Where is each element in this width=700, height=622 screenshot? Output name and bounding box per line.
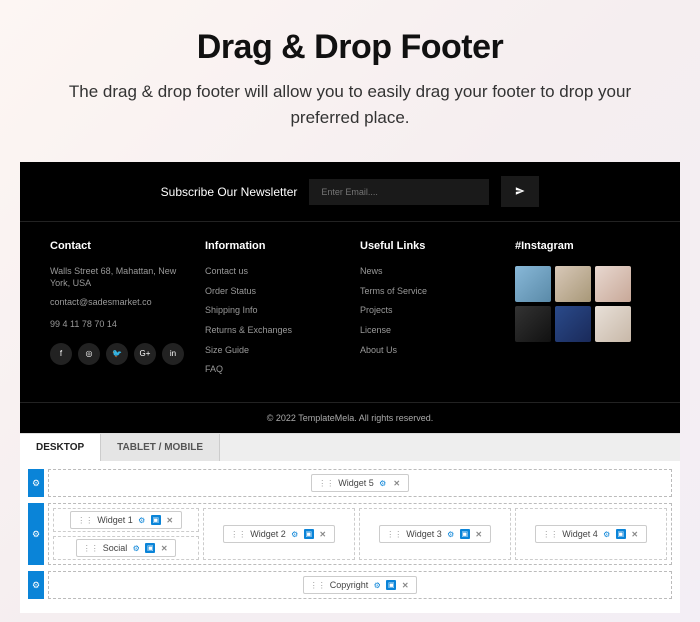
widget-duplicate-icon[interactable]: ▣ (151, 515, 161, 525)
widget-label: Copyright (330, 580, 369, 590)
information-heading: Information (205, 240, 340, 252)
instagram-icon[interactable]: ◎ (78, 343, 100, 365)
gear-icon: ⚙ (32, 580, 40, 591)
instagram-grid (515, 266, 650, 342)
widget-duplicate-icon[interactable]: ▣ (145, 543, 155, 553)
widget-duplicate-icon[interactable]: ▣ (460, 529, 470, 539)
info-link[interactable]: Shipping Info (205, 305, 340, 317)
widget-block[interactable]: ⋮⋮ Widget 5 ⚙ ✕ (311, 474, 409, 492)
tab-tablet-mobile[interactable]: TABLET / MOBILE (101, 434, 220, 461)
widget-label: Widget 5 (338, 478, 374, 488)
useful-link[interactable]: About Us (360, 345, 495, 357)
footer-builder: DESKTOP TABLET / MOBILE ⚙ ⋮⋮ Widget 5 ⚙ … (20, 433, 680, 613)
row-settings-handle[interactable]: ⚙ (28, 503, 44, 565)
instagram-heading: #Instagram (515, 240, 650, 252)
builder-tabs: DESKTOP TABLET / MOBILE (20, 434, 680, 461)
grip-icon: ⋮⋮ (386, 530, 402, 539)
widget-label: Widget 4 (562, 529, 598, 539)
page-title: Drag & Drop Footer (40, 28, 660, 67)
useful-link[interactable]: Projects (360, 305, 495, 317)
widget-label: Widget 3 (406, 529, 442, 539)
widget-remove-icon[interactable]: ✕ (630, 529, 640, 539)
facebook-icon[interactable]: f (50, 343, 72, 365)
widget-settings-icon[interactable]: ⚙ (378, 478, 388, 488)
widget-label: Widget 1 (97, 515, 133, 525)
widget-remove-icon[interactable]: ✕ (392, 478, 402, 488)
widget-block[interactable]: ⋮⋮ Widget 1 ⚙ ▣ ✕ (70, 511, 182, 529)
info-link[interactable]: FAQ (205, 364, 340, 376)
instagram-thumb[interactable] (515, 266, 551, 302)
footer-col-instagram: #Instagram (515, 240, 650, 384)
contact-phone: 99 4 11 78 70 14 (50, 319, 185, 331)
footer-preview: Subscribe Our Newsletter Contact Walls S… (20, 162, 680, 433)
info-link[interactable]: Order Status (205, 286, 340, 298)
newsletter-label: Subscribe Our Newsletter (161, 185, 298, 199)
twitter-icon[interactable]: 🐦 (106, 343, 128, 365)
send-icon (515, 184, 525, 199)
useful-link[interactable]: Terms of Service (360, 286, 495, 298)
useful-heading: Useful Links (360, 240, 495, 252)
contact-address: Walls Street 68, Mahattan, New York, USA (50, 266, 185, 289)
widget-settings-icon[interactable]: ⚙ (446, 529, 456, 539)
row-settings-handle[interactable]: ⚙ (28, 571, 44, 599)
builder-row: ⚙ ⋮⋮ Widget 1 ⚙ ▣ ✕ ⋮ (28, 503, 672, 565)
footer-col-useful: Useful Links News Terms of Service Proje… (360, 240, 495, 384)
row-settings-handle[interactable]: ⚙ (28, 469, 44, 497)
grip-icon: ⋮⋮ (83, 544, 99, 553)
widget-block[interactable]: ⋮⋮ Social ⚙ ▣ ✕ (76, 539, 177, 557)
widget-remove-icon[interactable]: ✕ (159, 543, 169, 553)
widget-block[interactable]: ⋮⋮ Widget 4 ⚙ ▣ ✕ (535, 525, 647, 543)
widget-block[interactable]: ⋮⋮ Widget 3 ⚙ ▣ ✕ (379, 525, 491, 543)
gear-icon: ⚙ (32, 529, 40, 540)
grip-icon: ⋮⋮ (542, 530, 558, 539)
copyright-line: © 2022 TemplateMela. All rights reserved… (20, 402, 680, 433)
tab-desktop[interactable]: DESKTOP (20, 434, 101, 461)
widget-settings-icon[interactable]: ⚙ (372, 580, 382, 590)
googleplus-icon[interactable]: G+ (134, 343, 156, 365)
useful-link[interactable]: License (360, 325, 495, 337)
widget-remove-icon[interactable]: ✕ (400, 580, 410, 590)
widget-remove-icon[interactable]: ✕ (165, 515, 175, 525)
newsletter-submit-button[interactable] (501, 176, 539, 207)
widget-label: Social (103, 543, 128, 553)
info-link[interactable]: Returns & Exchanges (205, 325, 340, 337)
widget-block[interactable]: ⋮⋮ Widget 2 ⚙ ▣ ✕ (223, 525, 335, 543)
instagram-thumb[interactable] (595, 266, 631, 302)
footer-col-contact: Contact Walls Street 68, Mahattan, New Y… (50, 240, 185, 384)
widget-remove-icon[interactable]: ✕ (474, 529, 484, 539)
footer-col-information: Information Contact us Order Status Ship… (205, 240, 340, 384)
instagram-thumb[interactable] (515, 306, 551, 342)
widget-settings-icon[interactable]: ⚙ (137, 515, 147, 525)
grip-icon: ⋮⋮ (318, 479, 334, 488)
widget-block[interactable]: ⋮⋮ Copyright ⚙ ▣ ✕ (303, 576, 418, 594)
contact-email: contact@sadesmarket.co (50, 297, 185, 309)
widget-settings-icon[interactable]: ⚙ (131, 543, 141, 553)
widget-settings-icon[interactable]: ⚙ (290, 529, 300, 539)
grip-icon: ⋮⋮ (77, 516, 93, 525)
instagram-thumb[interactable] (595, 306, 631, 342)
linkedin-icon[interactable]: in (162, 343, 184, 365)
info-link[interactable]: Size Guide (205, 345, 340, 357)
newsletter-email-input[interactable] (309, 179, 489, 205)
newsletter-bar: Subscribe Our Newsletter (20, 162, 680, 222)
grip-icon: ⋮⋮ (230, 530, 246, 539)
widget-duplicate-icon[interactable]: ▣ (304, 529, 314, 539)
gear-icon: ⚙ (32, 478, 40, 489)
widget-duplicate-icon[interactable]: ▣ (616, 529, 626, 539)
widget-label: Widget 2 (250, 529, 286, 539)
contact-heading: Contact (50, 240, 185, 252)
instagram-thumb[interactable] (555, 306, 591, 342)
instagram-thumb[interactable] (555, 266, 591, 302)
social-icons-row: f ◎ 🐦 G+ in (50, 343, 185, 365)
builder-row: ⚙ ⋮⋮ Copyright ⚙ ▣ ✕ (28, 571, 672, 599)
info-link[interactable]: Contact us (205, 266, 340, 278)
useful-link[interactable]: News (360, 266, 495, 278)
grip-icon: ⋮⋮ (310, 581, 326, 590)
widget-remove-icon[interactable]: ✕ (318, 529, 328, 539)
widget-settings-icon[interactable]: ⚙ (602, 529, 612, 539)
widget-duplicate-icon[interactable]: ▣ (386, 580, 396, 590)
builder-row: ⚙ ⋮⋮ Widget 5 ⚙ ✕ (28, 469, 672, 497)
page-subtitle: The drag & drop footer will allow you to… (40, 79, 660, 130)
